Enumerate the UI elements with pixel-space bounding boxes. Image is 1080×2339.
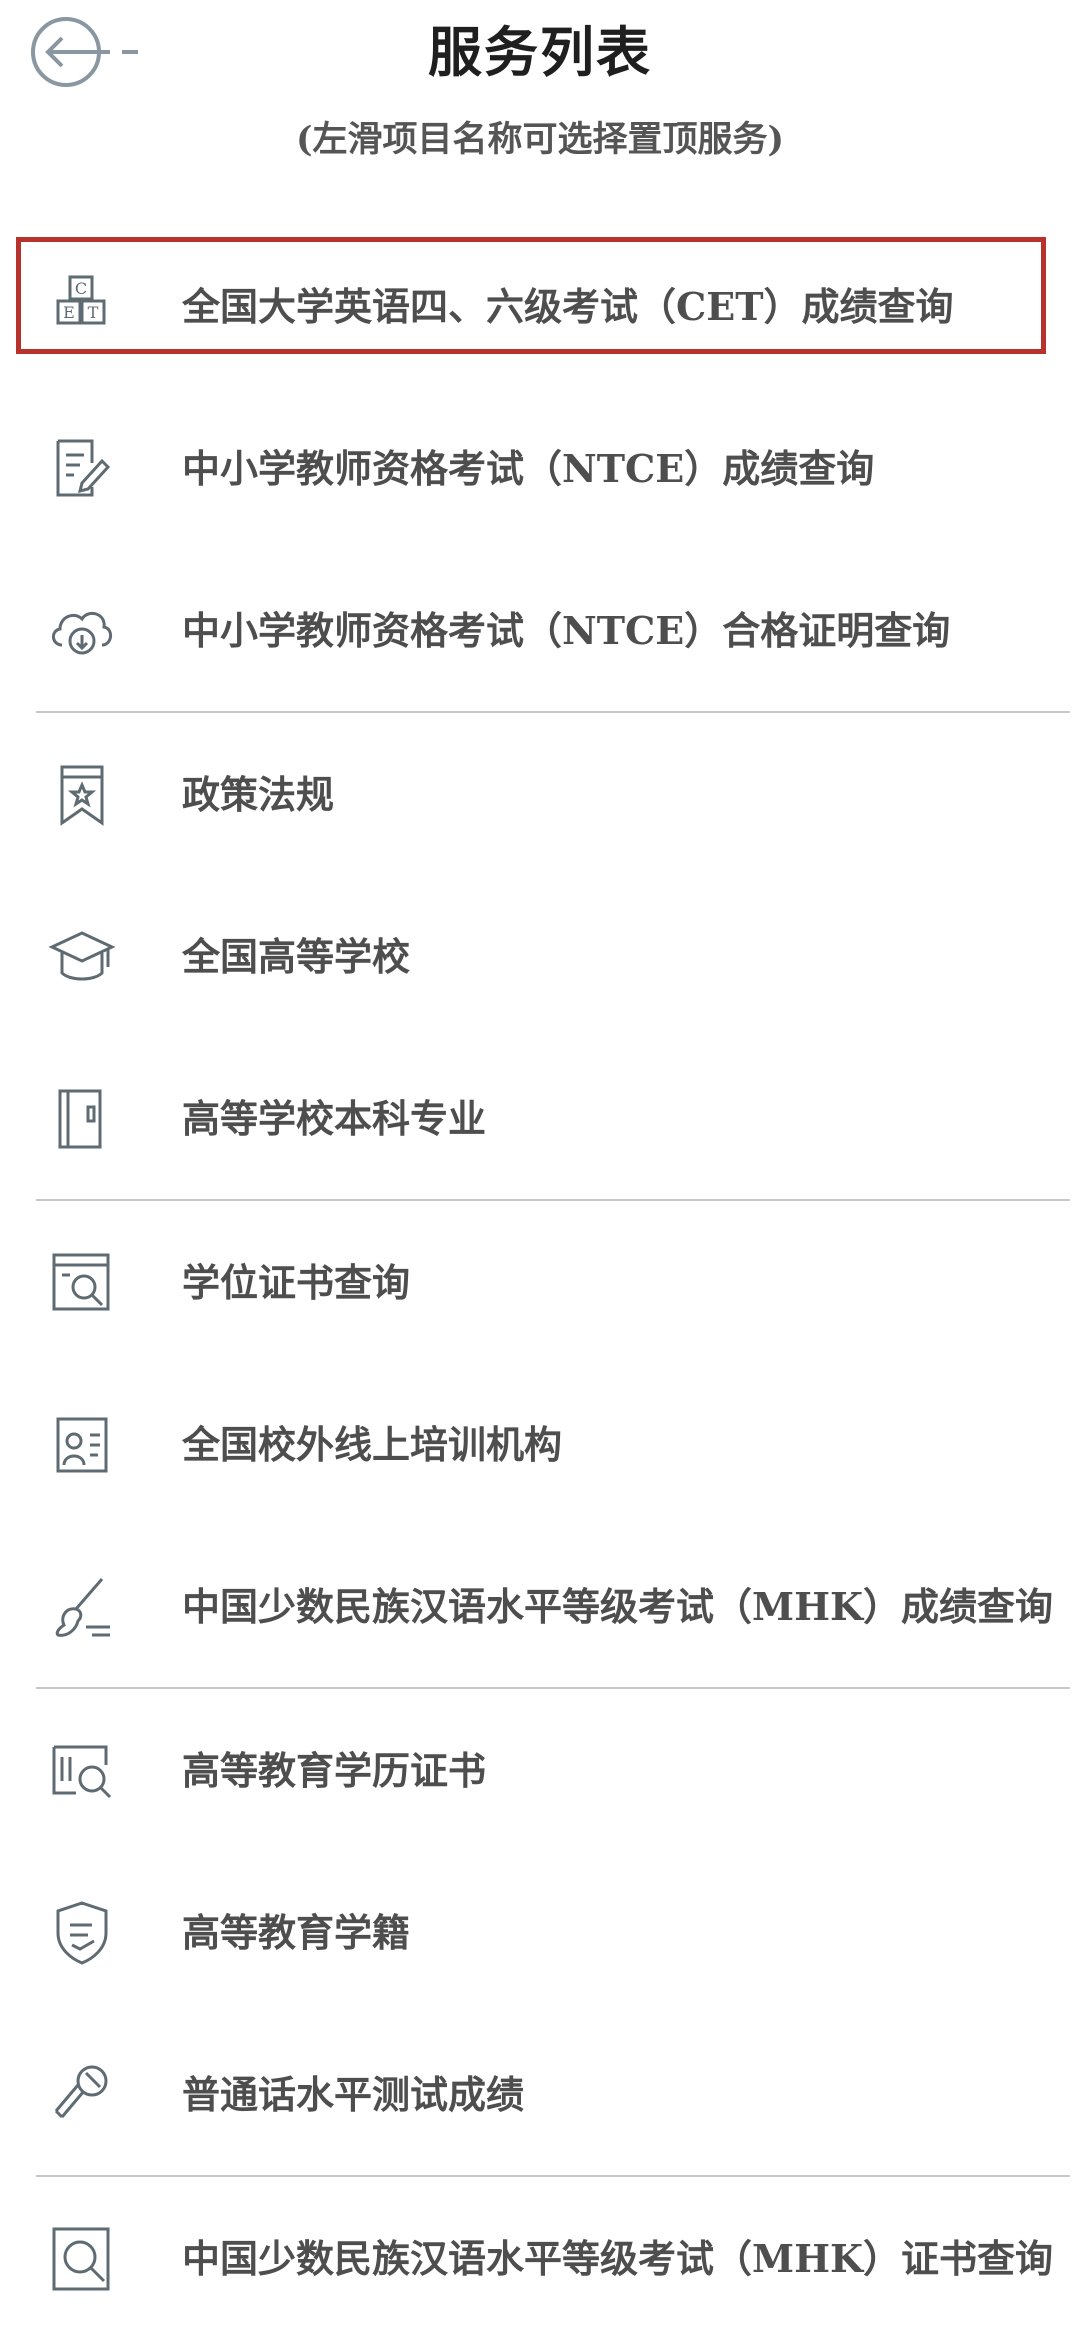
service-item-ntce-certificate[interactable]: 中小学教师资格考试（NTCE）合格证明查询 xyxy=(0,549,1080,711)
svg-text:C: C xyxy=(75,279,87,298)
service-item-label: 普通话水平测试成绩 xyxy=(182,2072,525,2117)
service-item-label: 中小学教师资格考试（NTCE）成绩查询 xyxy=(182,446,875,491)
service-item-universities[interactable]: 全国高等学校 xyxy=(0,875,1080,1037)
service-list: C E T 全国大学英语四、六级考试（CET）成绩查询 中小学教师资格考试（NT… xyxy=(0,225,1080,2339)
page-subtitle: (左滑项目名称可选择置顶服务) xyxy=(295,119,785,160)
svg-text:E: E xyxy=(63,303,75,322)
service-item-education-certificate[interactable]: 高等教育学历证书 xyxy=(0,1689,1080,1851)
service-item-label: 高等学校本科专业 xyxy=(182,1096,487,1141)
profile-card-icon xyxy=(46,1409,118,1481)
cloud-download-icon xyxy=(46,595,118,667)
service-item-label: 中小学教师资格考试（NTCE）合格证明查询 xyxy=(182,608,951,653)
service-item-policy[interactable]: 政策法规 xyxy=(0,713,1080,875)
cet-blocks-icon: C E T xyxy=(46,271,118,343)
service-item-putonghua-score[interactable]: 普通话水平测试成绩 xyxy=(0,2013,1080,2175)
service-item-label: 全国大学英语四、六级考试（CET）成绩查询 xyxy=(182,284,954,329)
service-item-label: 中国少数民族汉语水平等级考试（MHK）成绩查询 xyxy=(182,1584,1053,1629)
shield-list-icon xyxy=(46,1897,118,1969)
service-item-student-status[interactable]: 高等教育学籍 xyxy=(0,1851,1080,2013)
service-item-label: 全国校外线上培训机构 xyxy=(182,1422,563,1467)
certificate-search-icon xyxy=(46,1735,118,1807)
book-icon xyxy=(46,1083,118,1155)
service-item-label: 中国少数民族汉语水平等级考试（MHK）证书查询 xyxy=(182,2236,1053,2281)
service-item-label: 高等教育学历证书 xyxy=(182,1748,487,1793)
microphone-icon xyxy=(46,2059,118,2131)
search-document-icon xyxy=(46,1247,118,1319)
brush-icon xyxy=(46,1571,118,1643)
bookmark-star-icon xyxy=(46,759,118,831)
service-item-degree-certificate[interactable]: 学位证书查询 xyxy=(0,1201,1080,1363)
service-item-mhk-score[interactable]: 中国少数民族汉语水平等级考试（MHK）成绩查询 xyxy=(0,1525,1080,1687)
service-item-label: 高等教育学籍 xyxy=(182,1910,411,1955)
service-item-ntce-score[interactable]: 中小学教师资格考试（NTCE）成绩查询 xyxy=(0,387,1080,549)
service-item-label: 学位证书查询 xyxy=(182,1260,411,1305)
service-item-label: 政策法规 xyxy=(182,772,335,817)
service-item-mhk-certificate[interactable]: 中国少数民族汉语水平等级考试（MHK）证书查询 xyxy=(0,2177,1080,2339)
service-item-training-institutions[interactable]: 全国校外线上培训机构 xyxy=(0,1363,1080,1525)
svg-text:T: T xyxy=(88,303,99,322)
edit-document-icon xyxy=(46,433,118,505)
graduation-cap-icon xyxy=(46,921,118,993)
service-item-cet-score[interactable]: C E T 全国大学英语四、六级考试（CET）成绩查询 xyxy=(0,225,1080,387)
page-title: 服务列表 xyxy=(428,20,652,84)
magnifier-frame-icon xyxy=(46,2223,118,2295)
header: 服务列表 (左滑项目名称可选择置顶服务) xyxy=(0,0,1080,215)
service-item-label: 全国高等学校 xyxy=(182,934,411,979)
service-item-majors[interactable]: 高等学校本科专业 xyxy=(0,1037,1080,1199)
